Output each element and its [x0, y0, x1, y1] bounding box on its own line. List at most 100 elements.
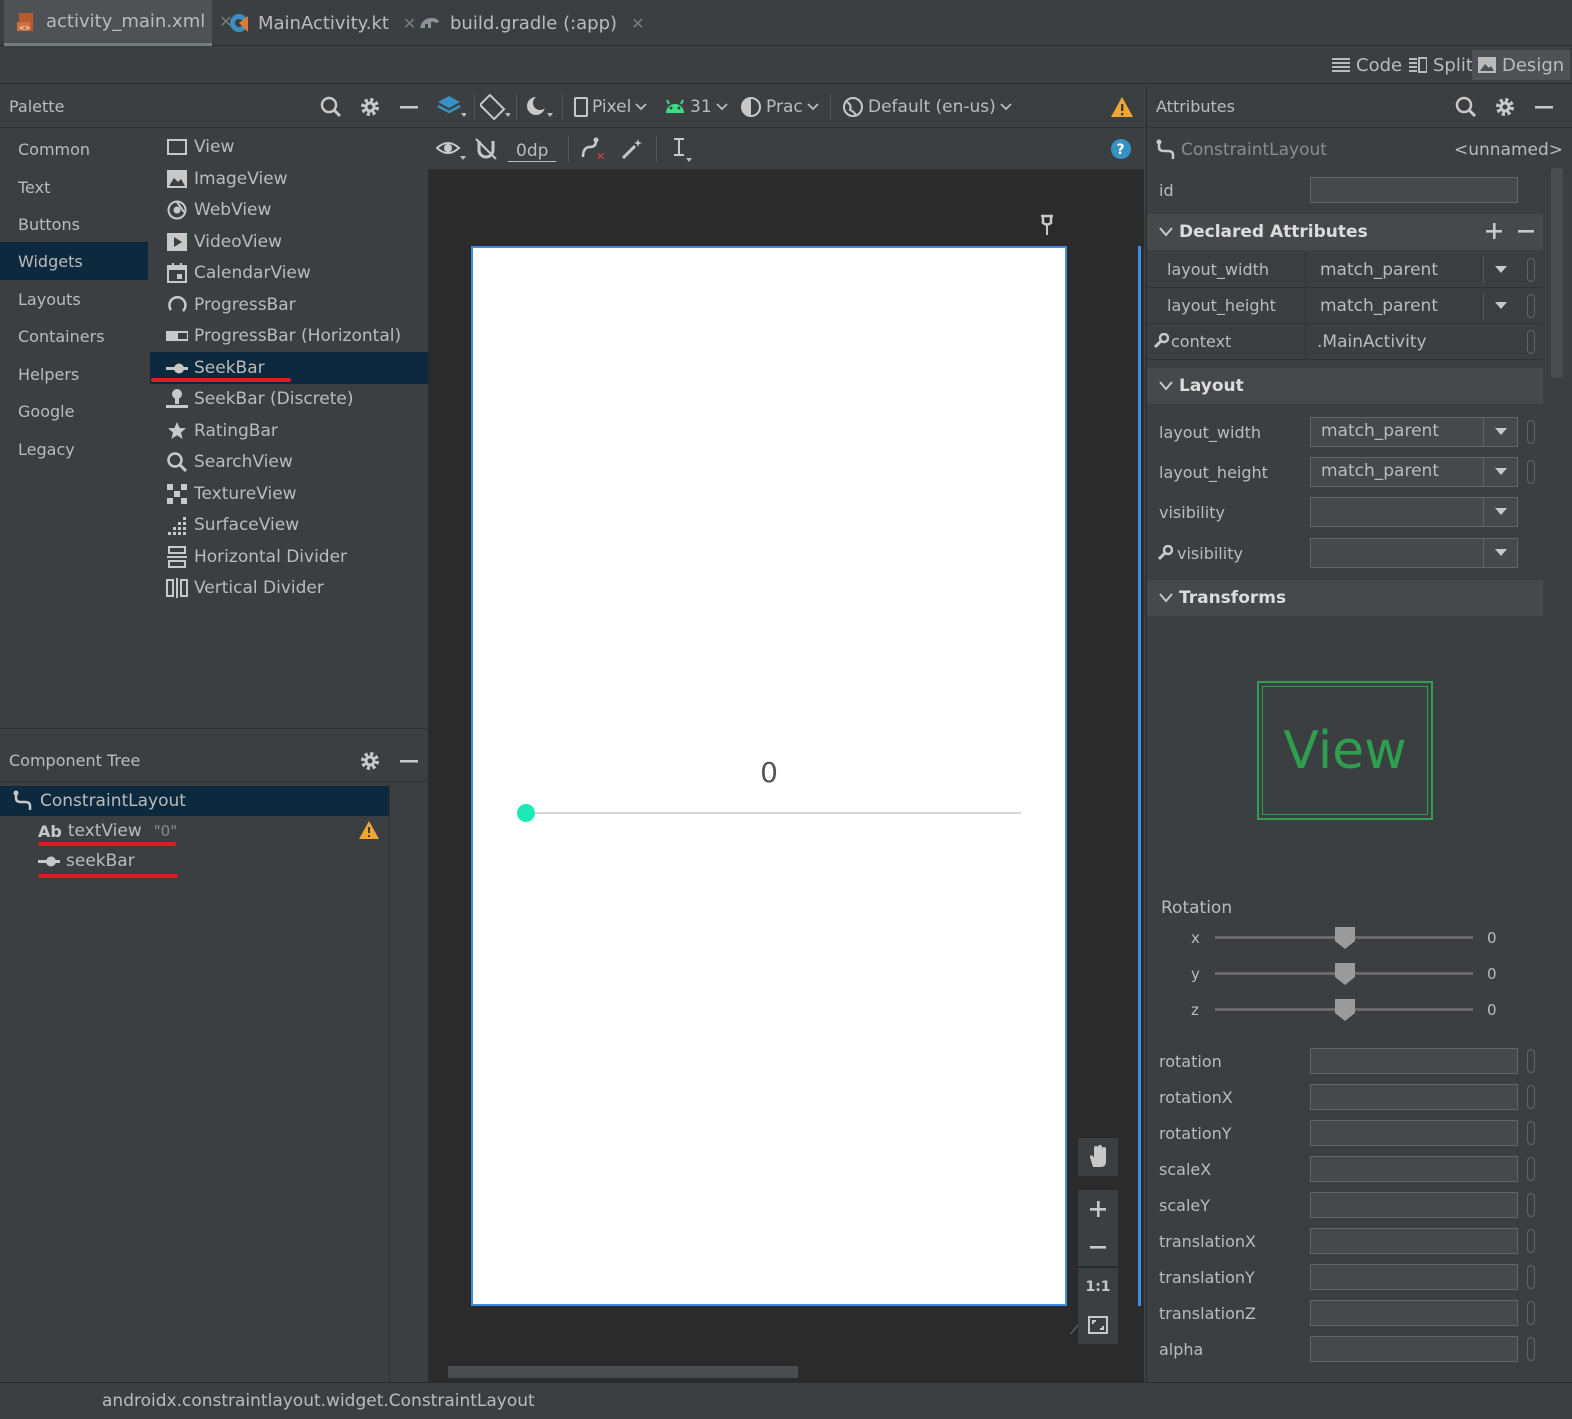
slider-thumb[interactable]: [1334, 926, 1356, 950]
vertical-scrollbar[interactable]: [1551, 168, 1563, 378]
tree-node-seekbar[interactable]: seekBar: [38, 846, 338, 876]
night-mode-icon[interactable]: [524, 94, 554, 120]
chevron-down-icon[interactable]: [1483, 292, 1517, 320]
slider-thumb[interactable]: [1334, 962, 1356, 986]
zoom-in-icon[interactable]: [1078, 1190, 1118, 1228]
widget-progressbar[interactable]: ProgressBar: [150, 289, 428, 321]
resource-picker-pill[interactable]: [1527, 330, 1535, 354]
category-widgets[interactable]: Widgets: [0, 242, 148, 280]
category-layouts[interactable]: Layouts: [0, 280, 148, 318]
resource-picker-pill[interactable]: [1527, 1229, 1535, 1253]
resource-picker-pill[interactable]: [1527, 1085, 1535, 1109]
widget-textureview[interactable]: TextureView: [150, 478, 428, 510]
category-buttons[interactable]: Buttons: [0, 205, 148, 243]
magnet-off-icon[interactable]: [474, 136, 498, 162]
alpha-input[interactable]: [1310, 1336, 1518, 1362]
resource-picker-pill[interactable]: [1527, 1157, 1535, 1181]
widget-progressbar-horizontal[interactable]: ProgressBar (Horizontal): [150, 320, 428, 352]
zoom-out-icon[interactable]: [1078, 1228, 1118, 1266]
rotation-x-slider[interactable]: x 0: [1147, 926, 1547, 950]
category-helpers[interactable]: Helpers: [0, 355, 148, 393]
visibility-dropdown[interactable]: [1310, 497, 1518, 527]
chevron-down-icon[interactable]: [1483, 539, 1517, 567]
category-legacy[interactable]: Legacy: [0, 430, 148, 468]
chevron-down-icon[interactable]: [1483, 498, 1517, 526]
widget-ratingbar[interactable]: RatingBar: [150, 415, 428, 447]
resource-picker-pill[interactable]: [1527, 1337, 1535, 1361]
minimize-icon[interactable]: [397, 95, 421, 119]
rotationy-input[interactable]: [1310, 1120, 1518, 1146]
tab-activity-main[interactable]: <> activity_main.xml ✕: [4, 0, 233, 46]
pin-icon[interactable]: [1038, 214, 1056, 236]
scaley-input[interactable]: [1310, 1192, 1518, 1218]
locale-selector[interactable]: Default (en-us): [842, 94, 1012, 120]
device-selector[interactable]: Pixel: [574, 94, 647, 120]
warning-icon[interactable]: [358, 820, 380, 840]
theme-selector[interactable]: Prac: [740, 94, 819, 120]
gear-icon[interactable]: [358, 95, 382, 119]
widget-view[interactable]: View: [150, 131, 428, 163]
widget-searchview[interactable]: SearchView: [150, 446, 428, 478]
gear-icon[interactable]: [1493, 95, 1517, 119]
resource-picker-pill[interactable]: [1527, 460, 1535, 484]
search-icon[interactable]: [1454, 95, 1478, 119]
translationz-input[interactable]: [1310, 1300, 1518, 1326]
default-margin-selector[interactable]: 0dp: [508, 138, 557, 164]
preview-seekbar[interactable]: [517, 801, 1021, 825]
declared-row-layout-height[interactable]: layout_height match_parent: [1147, 288, 1543, 324]
chevron-down-icon[interactable]: [1483, 418, 1517, 446]
warning-icon[interactable]: [1110, 94, 1134, 120]
resource-picker-pill[interactable]: [1527, 420, 1535, 444]
eye-icon[interactable]: [436, 136, 466, 162]
panel-divider[interactable]: [0, 728, 428, 738]
resource-picker-pill[interactable]: [1527, 258, 1535, 282]
tab-main-activity[interactable]: MainActivity.kt ✕: [216, 0, 428, 46]
help-icon[interactable]: ?: [1110, 136, 1132, 162]
widget-videoview[interactable]: VideoView: [150, 226, 428, 258]
rotationx-input[interactable]: [1310, 1084, 1518, 1110]
tools-visibility-dropdown[interactable]: [1310, 538, 1518, 568]
rotation-input[interactable]: [1310, 1048, 1518, 1074]
design-surface-layers-icon[interactable]: [436, 94, 466, 120]
split-mode-button[interactable]: Split: [1403, 50, 1479, 80]
rotation-y-slider[interactable]: y 0: [1147, 962, 1547, 986]
category-common[interactable]: Common: [0, 130, 148, 168]
tree-node-constraintlayout[interactable]: ConstraintLayout: [0, 786, 389, 816]
chevron-down-icon[interactable]: [1483, 256, 1517, 284]
widget-imageview[interactable]: ImageView: [150, 163, 428, 195]
declared-attributes-section[interactable]: Declared Attributes: [1147, 214, 1543, 250]
gear-icon[interactable]: [358, 749, 382, 773]
widget-seekbar-discrete[interactable]: SeekBar (Discrete): [150, 383, 428, 415]
chevron-down-icon[interactable]: [1483, 458, 1517, 486]
pan-hand-icon[interactable]: [1078, 1138, 1118, 1176]
id-input[interactable]: [1310, 177, 1518, 203]
close-tab-icon[interactable]: ✕: [631, 14, 644, 33]
transforms-section[interactable]: Transforms: [1147, 580, 1543, 616]
scalex-input[interactable]: [1310, 1156, 1518, 1182]
resource-picker-pill[interactable]: [1527, 1121, 1535, 1145]
clear-constraints-icon[interactable]: ✕: [580, 136, 606, 162]
category-text[interactable]: Text: [0, 168, 148, 206]
seekbar-thumb[interactable]: [517, 804, 535, 822]
add-attribute-icon[interactable]: [1485, 222, 1503, 240]
widget-calendarview[interactable]: CalendarView: [150, 257, 428, 289]
widget-vertical-divider[interactable]: Vertical Divider: [150, 572, 428, 604]
declared-row-context[interactable]: context .MainActivity: [1147, 324, 1543, 360]
layout-height-dropdown[interactable]: match_parent: [1310, 457, 1518, 487]
resource-picker-pill[interactable]: [1527, 1265, 1535, 1289]
remove-attribute-icon[interactable]: [1517, 222, 1535, 240]
resource-picker-pill[interactable]: [1527, 294, 1535, 318]
minimize-icon[interactable]: [397, 749, 421, 773]
resource-picker-pill[interactable]: [1527, 1193, 1535, 1217]
category-containers[interactable]: Containers: [0, 317, 148, 355]
api-level-selector[interactable]: 31: [664, 94, 728, 120]
category-google[interactable]: Google: [0, 392, 148, 430]
search-icon[interactable]: [319, 95, 343, 119]
widget-webview[interactable]: WebView: [150, 194, 428, 226]
translationy-input[interactable]: [1310, 1264, 1518, 1290]
widget-horizontal-divider[interactable]: Horizontal Divider: [150, 541, 428, 573]
horizontal-scrollbar[interactable]: [448, 1366, 798, 1378]
slider-thumb[interactable]: [1334, 998, 1356, 1022]
resource-picker-pill[interactable]: [1527, 1049, 1535, 1073]
declared-row-layout-width[interactable]: layout_width match_parent: [1147, 252, 1543, 288]
